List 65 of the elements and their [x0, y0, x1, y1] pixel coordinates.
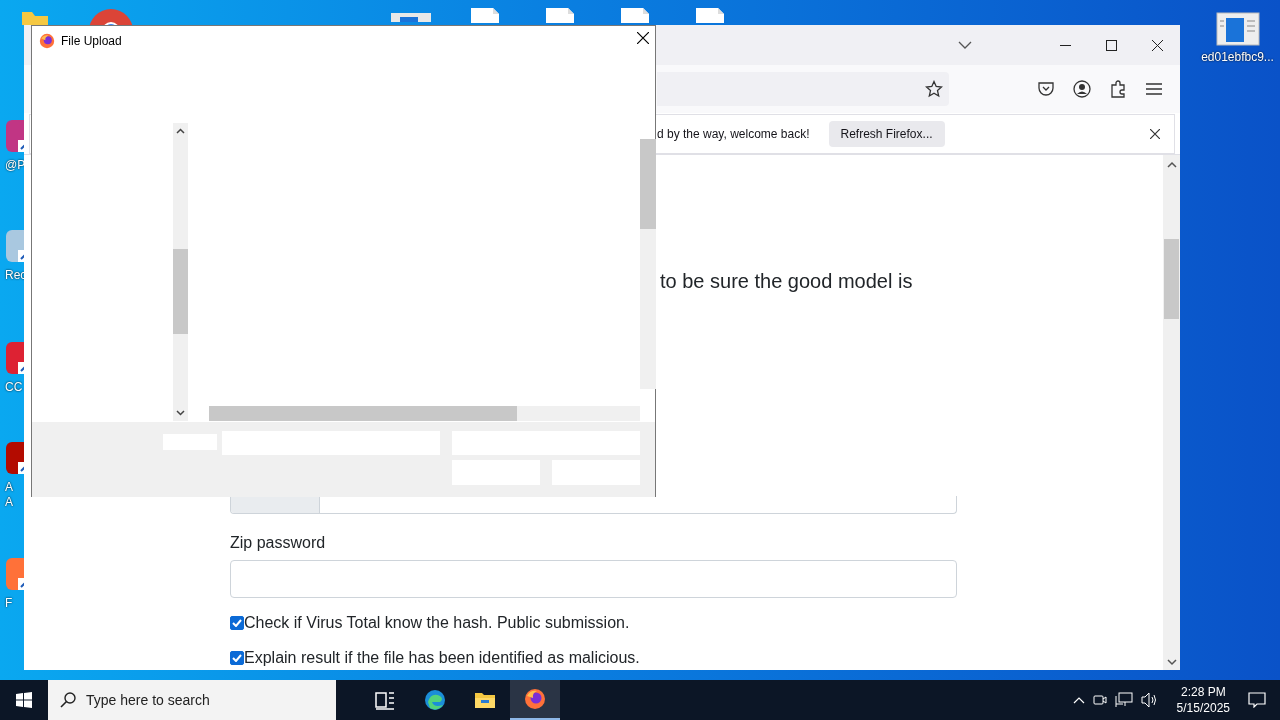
menu-icon[interactable] — [1146, 83, 1162, 95]
page-heading: to be sure the good model is — [660, 269, 914, 293]
windows-start-icon[interactable] — [16, 692, 32, 708]
checkbox[interactable] — [230, 616, 244, 630]
notification-icon[interactable] — [1248, 692, 1266, 708]
minimize-icon[interactable] — [1059, 44, 1071, 46]
file-icon[interactable] — [695, 8, 725, 23]
desktop-icon-label: @P — [5, 158, 26, 173]
scroll-up-icon[interactable] — [1166, 161, 1177, 168]
field-label: Zip password — [230, 534, 327, 552]
dialog-title: File Upload — [61, 34, 122, 48]
window-file-icon[interactable] — [390, 11, 432, 22]
file-icon[interactable] — [470, 8, 500, 23]
scroll-thumb[interactable] — [640, 139, 656, 229]
desktop-icon-label: Rec — [5, 268, 27, 283]
clock-time[interactable]: 2:28 PM — [1180, 684, 1226, 700]
checkbox-label: Check if Virus Total know the hash. Public submission. — [244, 614, 630, 632]
clock-date[interactable]: 5/15/2025 — [1176, 700, 1230, 716]
task-view-icon — [374, 689, 396, 711]
notification-message: d by the way, welcome back! — [657, 127, 810, 141]
maximize-icon[interactable] — [1105, 39, 1117, 51]
firefox-icon — [524, 688, 546, 710]
star-icon[interactable] — [925, 80, 943, 98]
scroll-thumb[interactable] — [1164, 239, 1179, 319]
account-icon[interactable] — [1073, 80, 1091, 98]
search-box[interactable]: Type here to search — [48, 680, 336, 720]
scroll-down-icon[interactable] — [176, 410, 185, 416]
desktop-app-icon[interactable] — [4, 340, 24, 376]
scrollbar[interactable] — [640, 139, 656, 389]
desktop-icon-label: F — [5, 596, 13, 611]
window-file-icon[interactable] — [1215, 12, 1260, 46]
file-icon[interactable] — [620, 8, 650, 23]
scroll-up-icon[interactable] — [176, 128, 185, 134]
firefox-icon — [39, 33, 55, 49]
refresh-firefox-button[interactable]: Refresh Firefox... — [828, 121, 945, 147]
close-icon[interactable] — [637, 32, 649, 44]
desktop-icon-label: CC — [5, 380, 23, 395]
search-placeholder: Type here to search — [86, 692, 210, 708]
scroll-thumb[interactable] — [209, 406, 517, 421]
scroll-thumb[interactable] — [173, 249, 188, 334]
camera-icon[interactable] — [1092, 692, 1107, 708]
desktop-app-icon[interactable] — [4, 440, 24, 476]
volume-icon[interactable] — [1140, 692, 1159, 708]
taskbar-app[interactable] — [510, 680, 560, 720]
checkbox[interactable] — [230, 651, 244, 665]
scrollbar[interactable] — [1163, 155, 1180, 670]
password-field[interactable] — [230, 560, 957, 598]
pocket-icon[interactable] — [1038, 81, 1054, 97]
edge-browser-icon — [424, 689, 446, 711]
file-icon[interactable] — [545, 8, 575, 23]
network-icon[interactable] — [1114, 692, 1133, 708]
desktop-icon-label: ed01ebfbc9... — [1201, 50, 1274, 65]
close-icon[interactable] — [1150, 129, 1160, 139]
checkbox-label: Explain result if the file has been identified as malicious. — [244, 649, 640, 667]
search-icon — [60, 692, 76, 708]
chevron-down-icon[interactable] — [958, 41, 972, 49]
desktop-app-icon[interactable] — [4, 118, 24, 154]
close-icon[interactable] — [1151, 39, 1163, 51]
desktop-app-icon[interactable] — [4, 556, 24, 592]
chevron-up-icon[interactable] — [1072, 696, 1085, 704]
scrollbar[interactable] — [173, 123, 188, 421]
desktop-icon-label: A A — [5, 480, 13, 510]
puzzle-icon[interactable] — [1109, 80, 1127, 98]
scrollbar[interactable] — [209, 406, 640, 421]
scroll-down-icon[interactable] — [1166, 659, 1177, 666]
